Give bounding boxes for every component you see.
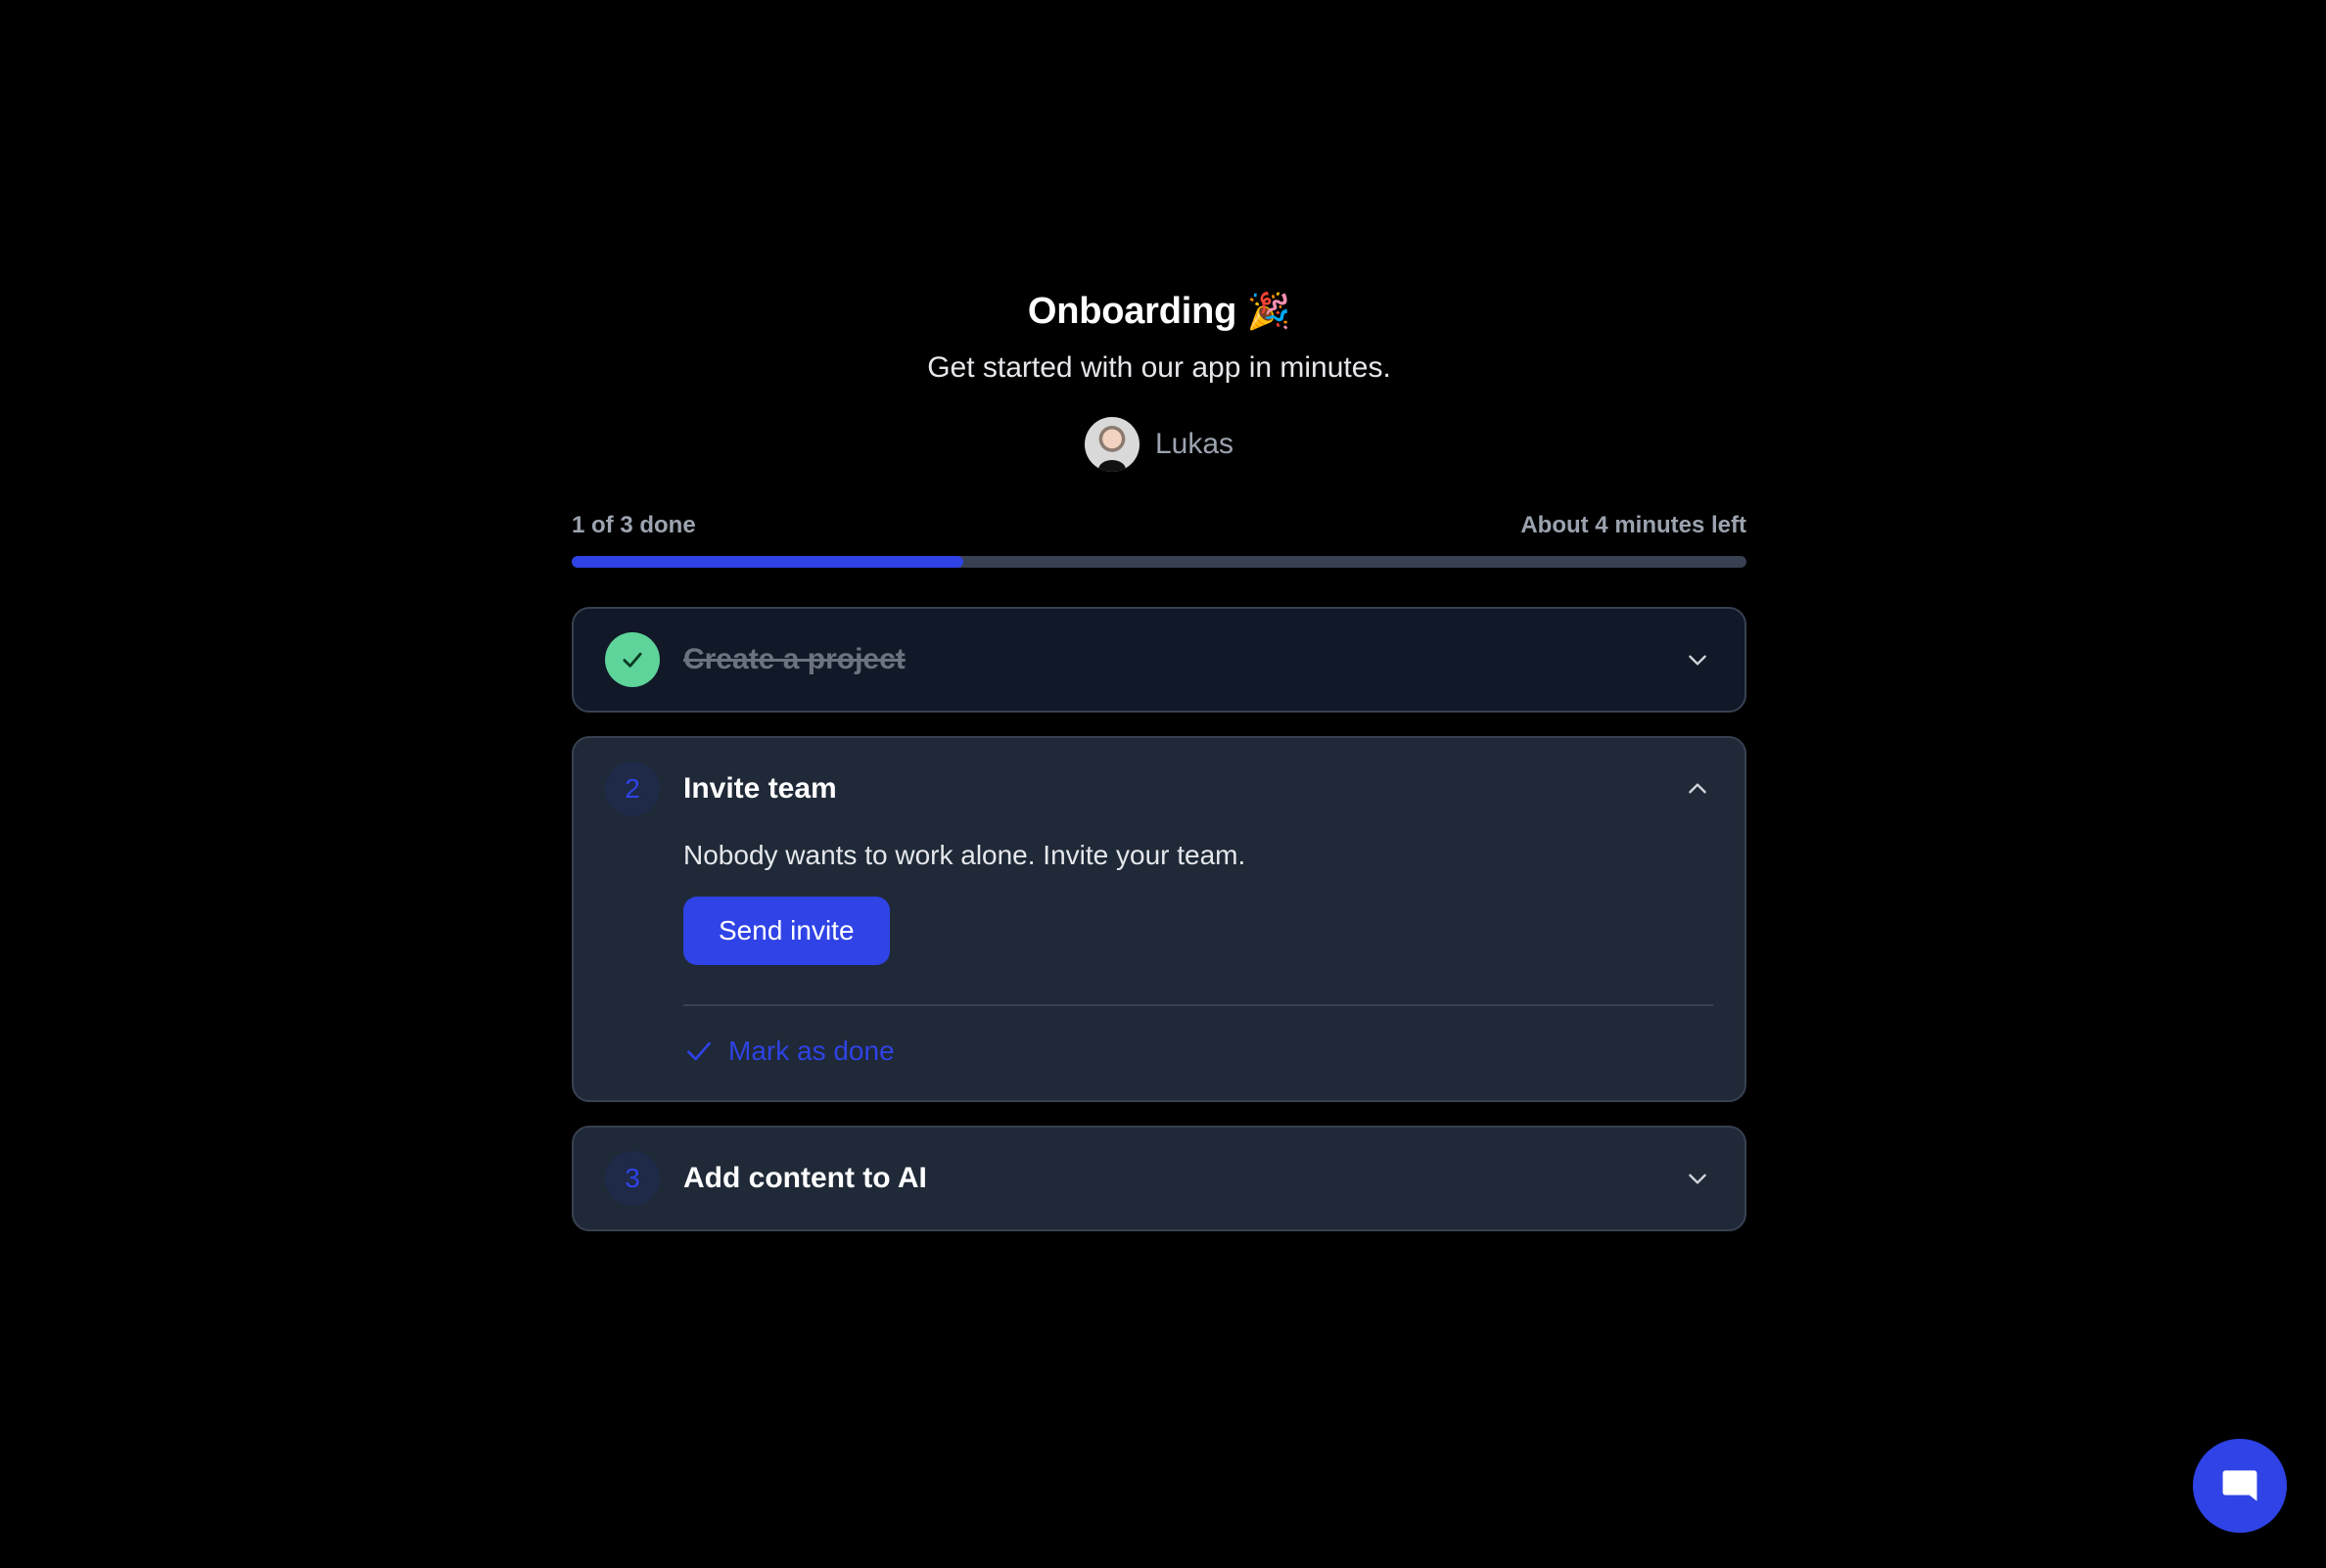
onboarding-container: Onboarding 🎉 Get started with our app in… (572, 284, 1746, 1231)
step-title: Create a project (683, 643, 906, 675)
step-header[interactable]: 3 Add content to AI (574, 1128, 1744, 1229)
mark-as-done-label: Mark as done (728, 1036, 895, 1066)
step-title: Add content to AI (683, 1162, 927, 1194)
chat-bubble-icon (2222, 1470, 2257, 1501)
step-body: Nobody wants to work alone. Invite your … (574, 836, 1744, 1100)
page-title-text: Onboarding (1027, 291, 1237, 332)
progress-time-left-label: About 4 minutes left (1520, 512, 1746, 538)
check-icon (687, 1041, 711, 1061)
onboarding-page: Onboarding 🎉 Get started with our app in… (0, 0, 2326, 1568)
progress-done-label: 1 of 3 done (572, 512, 696, 538)
chat-launcher-button[interactable] (2193, 1439, 2287, 1533)
page-subtitle: Get started with our app in minutes. (927, 351, 1391, 384)
step-number-badge: 3 (605, 1151, 660, 1206)
chevron-down-icon[interactable] (1682, 1163, 1713, 1194)
progress-bar (572, 556, 1746, 568)
check-icon (623, 652, 642, 668)
step-header[interactable]: 2 Invite team (574, 738, 1744, 840)
party-popper-icon: 🎉 (1246, 291, 1291, 331)
chevron-down-icon[interactable] (1682, 644, 1713, 675)
mark-as-done-button[interactable]: Mark as done (683, 1036, 1713, 1067)
step-title: Invite team (683, 772, 837, 805)
step-card-create-project[interactable]: Create a project (572, 607, 1746, 713)
avatar (1084, 417, 1140, 472)
step-header[interactable]: Create a project (574, 609, 1744, 711)
send-invite-button[interactable]: Send invite (683, 897, 890, 965)
page-title: Onboarding 🎉 (572, 284, 1746, 339)
step-number-badge: 2 (605, 761, 660, 816)
author-name: Lukas (1154, 428, 1234, 460)
step-complete-badge (605, 632, 660, 687)
chevron-up-icon[interactable] (1682, 773, 1713, 805)
progress-bar-fill (572, 556, 963, 568)
progress-labels: 1 of 3 done About 4 minutes left (572, 511, 1746, 540)
step-card-add-content[interactable]: 3 Add content to AI (572, 1126, 1746, 1231)
step-description: Nobody wants to work alone. Invite your … (683, 840, 1246, 870)
step-card-invite-team[interactable]: 2 Invite team Nobody wants to work alone… (572, 736, 1746, 1102)
divider (683, 1004, 1713, 1006)
author: Lukas (572, 417, 1746, 472)
